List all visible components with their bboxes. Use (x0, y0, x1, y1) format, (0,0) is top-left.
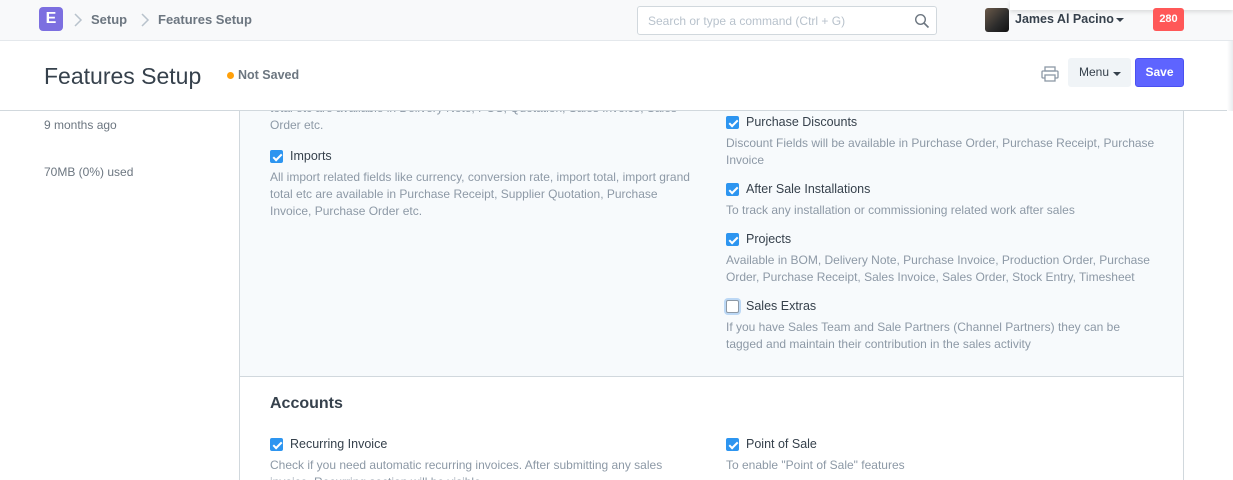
field-description: If you have Sales Team and Sale Partners… (726, 320, 1121, 351)
caret-down-icon[interactable] (1116, 18, 1124, 22)
checkbox-row[interactable]: Imports (270, 148, 700, 166)
field-point-of-sale: Point of Sale To enable "Point of Sale" … (726, 436, 1156, 474)
field-purchase-discounts: Purchase Discounts Discount Fields will … (726, 114, 1156, 169)
navbar: E Setup Features Setup James Al Pacino 2… (0, 0, 1233, 41)
breadcrumb-features-setup[interactable]: Features Setup (158, 12, 252, 27)
sidebar-storage-used: 70MB (0%) used (44, 165, 134, 179)
page-title: Features Setup (44, 63, 202, 89)
checkbox-label[interactable]: Imports (290, 149, 332, 163)
field-description: To track any installation or commissioni… (726, 203, 1075, 217)
search-input[interactable] (638, 7, 898, 34)
field-imports: Imports All import related fields like c… (270, 148, 700, 220)
field-projects: Projects Available in BOM, Delivery Note… (726, 231, 1156, 286)
chevron-right-icon (141, 13, 150, 27)
chevron-right-icon (74, 13, 83, 27)
print-icon[interactable] (1040, 65, 1060, 83)
purchase-discounts-checkbox[interactable] (726, 116, 739, 129)
breadcrumb-setup[interactable]: Setup (91, 12, 127, 27)
recurring-invoice-checkbox[interactable] (270, 438, 283, 451)
field-sales-extras: Sales Extras If you have Sales Team and … (726, 298, 1156, 353)
checkbox-label[interactable]: Sales Extras (746, 299, 816, 313)
field-description: Check if you need automatic recurring in… (270, 458, 663, 480)
checkbox-row[interactable]: Purchase Discounts (726, 114, 1156, 132)
field-description: All import related fields like currency,… (270, 170, 690, 218)
scroll-shadow (1227, 41, 1233, 111)
field-description: Discount Fields will be available in Pur… (726, 136, 1155, 167)
sidebar-created-time: 9 months ago (44, 118, 117, 132)
checkbox-row[interactable]: Sales Extras (726, 298, 1156, 316)
notification-badge[interactable]: 280 (1153, 8, 1184, 31)
checkbox-label[interactable]: After Sale Installations (746, 182, 870, 196)
checkbox-row[interactable]: After Sale Installations (726, 181, 1156, 199)
page-head: Features Setup Not Saved Menu Save (0, 41, 1233, 111)
caret-down-icon (1113, 72, 1121, 76)
field-description: To enable "Point of Sale" features (726, 458, 905, 472)
search-box (637, 6, 937, 35)
field-after-sale-installations: After Sale Installations To track any in… (726, 181, 1156, 219)
checkbox-row[interactable]: Projects (726, 231, 1156, 249)
sales-extras-checkbox[interactable] (726, 300, 739, 313)
checkbox-label[interactable]: Recurring Invoice (290, 437, 387, 451)
checkbox-label[interactable]: Point of Sale (746, 437, 817, 451)
status-indicator-dot (227, 72, 234, 79)
app-logo[interactable]: E (39, 7, 63, 31)
checkbox-label[interactable]: Purchase Discounts (746, 115, 857, 129)
section-title-accounts: Accounts (270, 395, 343, 412)
field-description: Available in BOM, Delivery Note, Purchas… (726, 253, 1150, 284)
checkbox-row[interactable]: Recurring Invoice (270, 436, 700, 454)
field-recurring-invoice: Recurring Invoice Check if you need auto… (270, 436, 700, 480)
after-sale-installations-checkbox[interactable] (726, 183, 739, 196)
dropdown-shadow (1010, 0, 1233, 10)
menu-button-label: Menu (1079, 65, 1110, 79)
checkbox-row[interactable]: Point of Sale (726, 436, 1156, 454)
search-icon[interactable] (914, 13, 930, 29)
status-text: Not Saved (238, 68, 300, 82)
checkbox-label[interactable]: Projects (746, 232, 791, 246)
imports-checkbox[interactable] (270, 150, 283, 163)
avatar[interactable] (985, 8, 1009, 32)
projects-checkbox[interactable] (726, 233, 739, 246)
user-menu-name[interactable]: James Al Pacino (1015, 12, 1114, 26)
menu-button[interactable]: Menu (1068, 58, 1131, 87)
point-of-sale-checkbox[interactable] (726, 438, 739, 451)
save-button[interactable]: Save (1135, 58, 1184, 87)
